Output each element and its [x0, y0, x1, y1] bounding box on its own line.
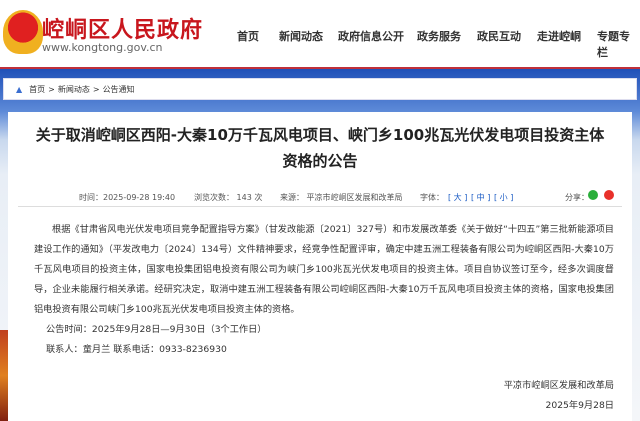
publish-time: 时间：2025-09-28 19:40: [79, 193, 176, 202]
breadcrumb-separator: >: [92, 84, 100, 94]
breadcrumb-separator: >: [48, 84, 55, 94]
article-card: 关于取消崆峒区西阳-大秦10万千瓦风电项目、峡门乡100兆瓦光伏发电项目投资主体…: [8, 112, 632, 421]
site-name[interactable]: 崆峒区人民政府: [42, 12, 203, 44]
nav-topics[interactable]: 专题专栏: [597, 28, 640, 60]
article-title-line1: 关于取消崆峒区西阳-大秦10万千瓦风电项目、峡门乡100兆瓦光伏发电项目投资主体: [35, 126, 605, 144]
site-url: www.kongtong.gov.cn: [42, 41, 163, 54]
nav-news[interactable]: 新闻动态: [279, 28, 323, 44]
signature-date: 2025年9月28日: [545, 400, 614, 411]
source: 来源： 平凉市崆峒区发展和改革局: [280, 193, 403, 202]
font-medium-button[interactable]: [ 中 ]: [471, 192, 490, 203]
article-body: 根据《甘肃省风电光伏发电项目竞争配置指导方案》（甘发改能源〔2021〕327号）…: [34, 224, 614, 315]
notice-period: 公告时间：2025年9月28日—9月30日（3个工作日）: [46, 324, 267, 335]
view-count: 浏览次数： 143 次: [194, 193, 263, 202]
breadcrumb: ▲ 首页 > 新闻动态 > 公告通知: [3, 78, 637, 100]
font-size-label: 字体：: [420, 193, 444, 202]
home-icon: ▲: [16, 84, 23, 94]
meta-divider: [18, 206, 622, 207]
breadcrumb-news[interactable]: 新闻动态: [58, 84, 90, 95]
wechat-share-icon[interactable]: [588, 190, 598, 200]
article-title-line2: 资格的公告: [282, 152, 358, 170]
background-image: [0, 330, 8, 421]
breadcrumb-notices[interactable]: 公告通知: [103, 84, 135, 95]
breadcrumb-home[interactable]: 首页: [29, 84, 45, 95]
font-large-button[interactable]: [ 大 ]: [448, 192, 467, 203]
national-emblem-icon: [3, 10, 43, 54]
share-label: 分享：: [565, 193, 589, 202]
site-header: 崆峒区人民政府 www.kongtong.gov.cn 首页 新闻动态 政府信息…: [0, 0, 640, 67]
nav-info-disclosure[interactable]: 政府信息公开: [338, 28, 404, 44]
contact-info: 联系人：童月兰 联系电话：0933-8236930: [46, 344, 227, 355]
nav-home[interactable]: 首页: [237, 28, 259, 44]
nav-interaction[interactable]: 政民互动: [477, 28, 521, 44]
signature-org: 平凉市崆峒区发展和改革局: [503, 380, 614, 391]
font-small-button[interactable]: [ 小 ]: [494, 192, 513, 203]
weibo-share-icon[interactable]: [604, 190, 614, 200]
nav-about[interactable]: 走进崆峒: [537, 28, 581, 44]
nav-services[interactable]: 政务服务: [417, 28, 461, 44]
